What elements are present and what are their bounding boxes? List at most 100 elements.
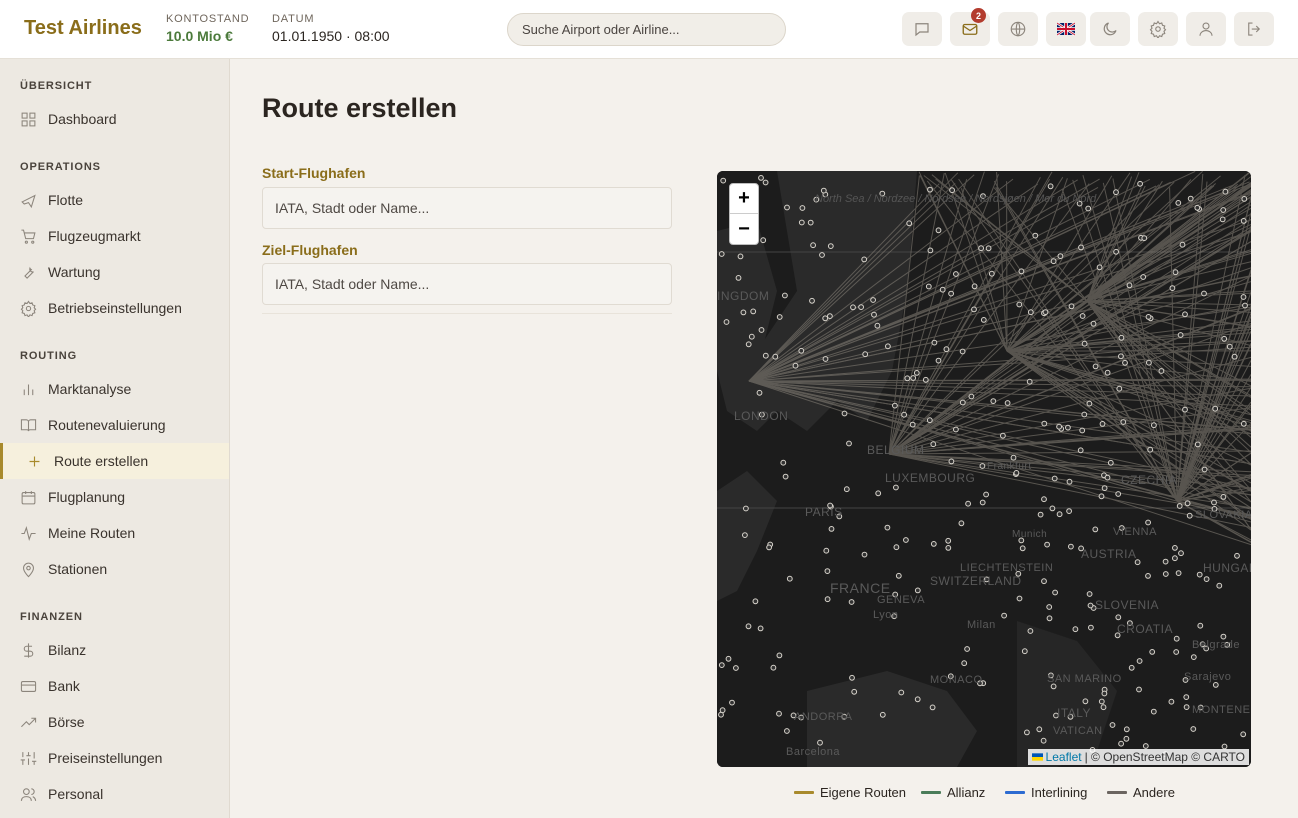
sidebar-item-bilanz[interactable]: Bilanz <box>0 632 229 668</box>
airport-dot[interactable] <box>1041 496 1047 503</box>
airport-dot[interactable] <box>823 547 830 554</box>
airport-dot[interactable] <box>772 353 779 360</box>
airport-dot[interactable] <box>776 710 782 717</box>
airport-dot[interactable] <box>1242 302 1248 309</box>
airport-dot[interactable] <box>756 389 763 396</box>
airport-dot[interactable] <box>1147 446 1154 453</box>
airport-dot[interactable] <box>893 544 900 551</box>
airport-dot[interactable] <box>1186 512 1193 519</box>
airport-dot[interactable] <box>1085 205 1092 212</box>
airport-dot[interactable] <box>1113 248 1120 255</box>
airport-dot[interactable] <box>809 297 815 304</box>
airport-dot[interactable] <box>1018 268 1025 275</box>
airport-dot[interactable] <box>901 411 908 418</box>
airport-dot[interactable] <box>828 526 835 532</box>
airport-dot[interactable] <box>725 655 732 662</box>
airport-dot[interactable] <box>971 283 978 290</box>
sidebar-item-flugzeugmarkt[interactable]: Flugzeugmarkt <box>0 218 229 254</box>
sidebar-item-route-erstellen[interactable]: Route erstellen <box>0 443 229 479</box>
airport-dot[interactable] <box>1178 550 1184 557</box>
airport-dot[interactable] <box>762 352 769 359</box>
airport-dot[interactable] <box>930 441 937 448</box>
airport-dot[interactable] <box>1201 290 1207 297</box>
airport-dot[interactable] <box>1042 309 1049 316</box>
airport-dot[interactable] <box>943 346 950 353</box>
airport-dot[interactable] <box>1140 274 1147 280</box>
airport-dot[interactable] <box>1231 353 1238 360</box>
airport-dot[interactable] <box>824 596 831 603</box>
airport-dot[interactable] <box>1173 635 1180 642</box>
airport-dot[interactable] <box>850 304 856 311</box>
sidebar-item-wartung[interactable]: Wartung <box>0 254 229 290</box>
airport-dot[interactable] <box>927 186 933 193</box>
airport-dot[interactable] <box>1219 216 1226 223</box>
airport-dot[interactable] <box>1183 704 1190 710</box>
airport-dot[interactable] <box>862 351 869 358</box>
airport-dot[interactable] <box>748 333 755 340</box>
airport-dot[interactable] <box>1146 359 1152 366</box>
airport-dot[interactable] <box>1212 682 1219 688</box>
airport-dot[interactable] <box>1066 508 1073 515</box>
airport-dot[interactable] <box>784 728 790 734</box>
sidebar-item-meine-routen[interactable]: Meine Routen <box>0 515 229 551</box>
airport-dot[interactable] <box>745 623 752 630</box>
airport-dot[interactable] <box>1172 269 1179 276</box>
airport-dot[interactable] <box>1087 602 1094 609</box>
airport-dot[interactable] <box>807 219 814 226</box>
airport-dot[interactable] <box>1068 303 1075 310</box>
airport-dot[interactable] <box>884 524 891 531</box>
airport-dot[interactable] <box>861 256 868 263</box>
sidebar-item-flotte[interactable]: Flotte <box>0 182 229 218</box>
airport-dot[interactable] <box>1120 419 1127 425</box>
airport-dot[interactable] <box>1162 571 1169 577</box>
airport-dot[interactable] <box>718 662 725 669</box>
airport-dot[interactable] <box>1081 411 1088 418</box>
airport-dot[interactable] <box>1016 301 1023 308</box>
airport-dot[interactable] <box>893 484 899 491</box>
sidebar-item-flugplanung[interactable]: Flugplanung <box>0 479 229 515</box>
airport-dot[interactable] <box>1096 264 1103 271</box>
airport-dot[interactable] <box>1168 698 1175 705</box>
airport-dot[interactable] <box>935 357 942 364</box>
airport-dot[interactable] <box>782 473 789 480</box>
airport-dot[interactable] <box>1016 595 1023 602</box>
airport-dot[interactable] <box>1172 545 1178 551</box>
airport-dot[interactable] <box>1221 335 1228 342</box>
airport-dot[interactable] <box>723 319 730 325</box>
airport-dot[interactable] <box>720 177 727 184</box>
airport-dot[interactable] <box>1149 649 1156 655</box>
airport-dot[interactable] <box>1081 340 1088 347</box>
airport-dot[interactable] <box>953 271 959 277</box>
airport-dot[interactable] <box>822 356 829 362</box>
airport-dot[interactable] <box>822 315 829 322</box>
airport-dot[interactable] <box>1177 332 1184 338</box>
airport-dot[interactable] <box>895 572 902 579</box>
airport-dot[interactable] <box>1211 499 1217 506</box>
airport-dot[interactable] <box>879 711 886 718</box>
airport-dot[interactable] <box>1179 241 1186 248</box>
airport-dot[interactable] <box>743 505 749 512</box>
airport-dot[interactable] <box>760 237 767 244</box>
airport-dot[interactable] <box>843 486 850 493</box>
airport-dot[interactable] <box>913 370 920 376</box>
airport-dot[interactable] <box>990 398 997 405</box>
airport-dot[interactable] <box>737 253 744 260</box>
logout-button[interactable] <box>1234 12 1274 46</box>
airport-dot[interactable] <box>810 242 816 249</box>
airport-dot[interactable] <box>1222 188 1229 195</box>
airport-dot[interactable] <box>953 426 959 433</box>
airport-dot[interactable] <box>927 247 934 254</box>
airport-dot[interactable] <box>1078 244 1084 251</box>
airport-dot[interactable] <box>824 568 831 575</box>
airport-dot[interactable] <box>798 219 805 226</box>
airport-dot[interactable] <box>799 205 806 211</box>
airport-dot[interactable] <box>766 544 772 551</box>
airport-dot[interactable] <box>780 459 787 466</box>
airport-dot[interactable] <box>959 399 966 406</box>
airport-dot[interactable] <box>1047 183 1054 190</box>
airport-dot[interactable] <box>1068 543 1074 550</box>
airport-dot[interactable] <box>1196 571 1203 578</box>
airport-dot[interactable] <box>985 245 992 252</box>
airport-dot[interactable] <box>931 339 938 346</box>
airport-dot[interactable] <box>735 275 742 281</box>
